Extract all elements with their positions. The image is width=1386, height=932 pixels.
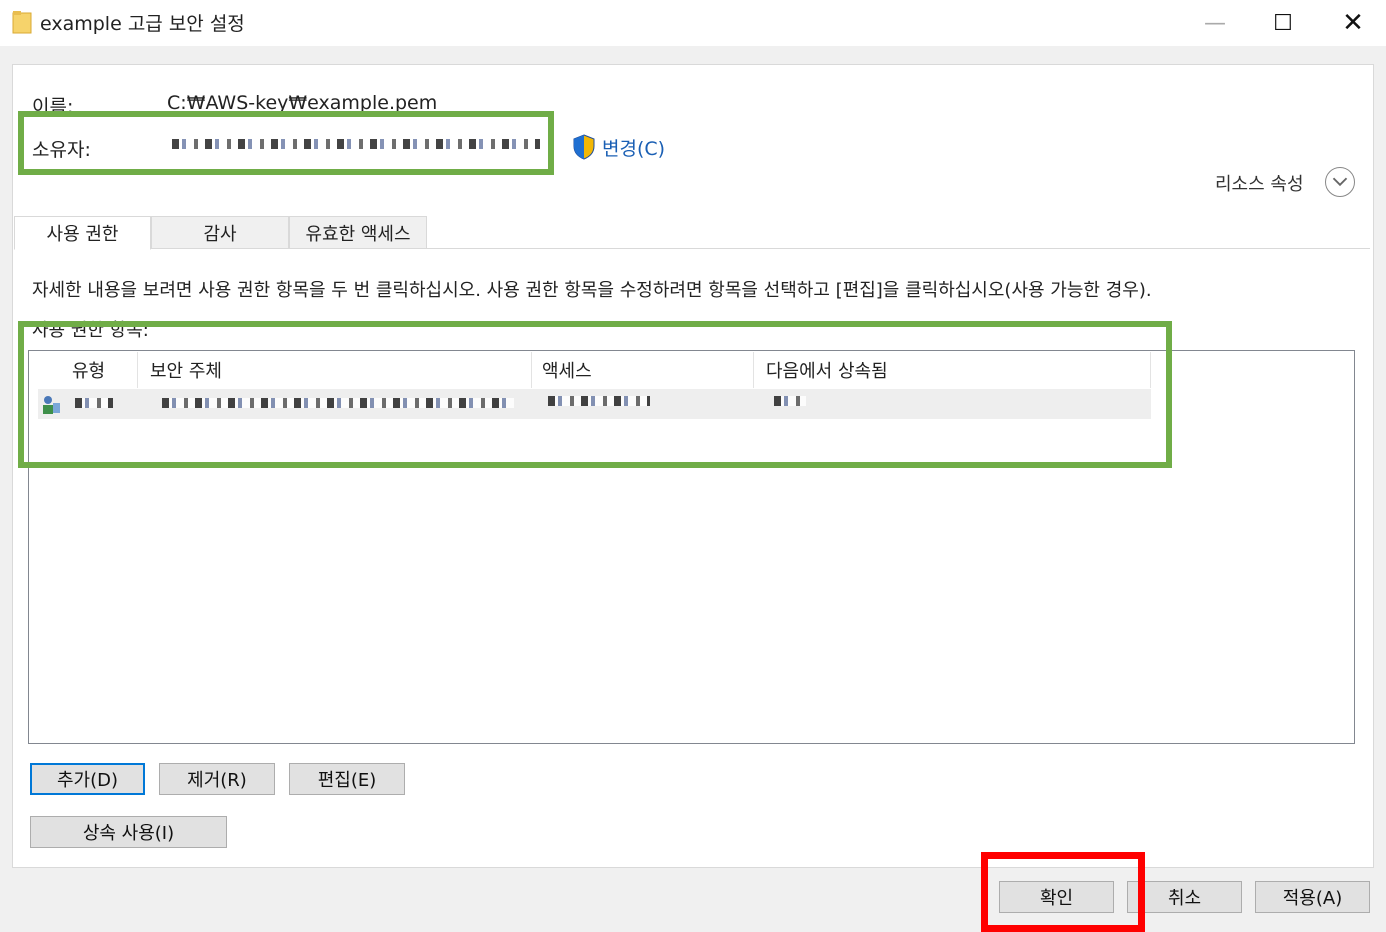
change-owner-link[interactable]: 변경(C)	[602, 134, 665, 161]
minimize-button[interactable]: —	[1180, 0, 1250, 46]
owner-highlight-box	[18, 111, 554, 175]
title-bar: example 고급 보안 설정 — ☐ ✕	[0, 0, 1386, 46]
resource-properties-label[interactable]: 리소스 속성	[1215, 170, 1304, 196]
instructions-text: 자세한 내용을 보려면 사용 권한 항목을 두 번 클릭하십시오. 사용 권한 …	[32, 280, 1152, 301]
uac-shield-icon	[573, 134, 595, 160]
folder-icon	[12, 11, 32, 34]
expand-chevron-icon[interactable]	[1325, 167, 1355, 197]
remove-button[interactable]: 제거(R)	[159, 763, 275, 795]
close-button[interactable]: ✕	[1318, 0, 1386, 46]
entries-highlight-box	[18, 321, 1172, 468]
tab-effective-access[interactable]: 유효한 액세스	[289, 216, 427, 249]
add-button[interactable]: 추가(D)	[30, 763, 145, 795]
window-title: example 고급 보안 설정	[40, 13, 245, 35]
enable-inheritance-button[interactable]: 상속 사용(I)	[30, 816, 227, 848]
edit-button[interactable]: 편집(E)	[289, 763, 405, 795]
apply-button[interactable]: 적용(A)	[1255, 881, 1370, 913]
ok-highlight-box	[981, 852, 1145, 932]
tab-permissions[interactable]: 사용 권한	[14, 216, 151, 250]
tab-auditing[interactable]: 감사	[151, 216, 289, 249]
maximize-button[interactable]: ☐	[1248, 0, 1318, 46]
